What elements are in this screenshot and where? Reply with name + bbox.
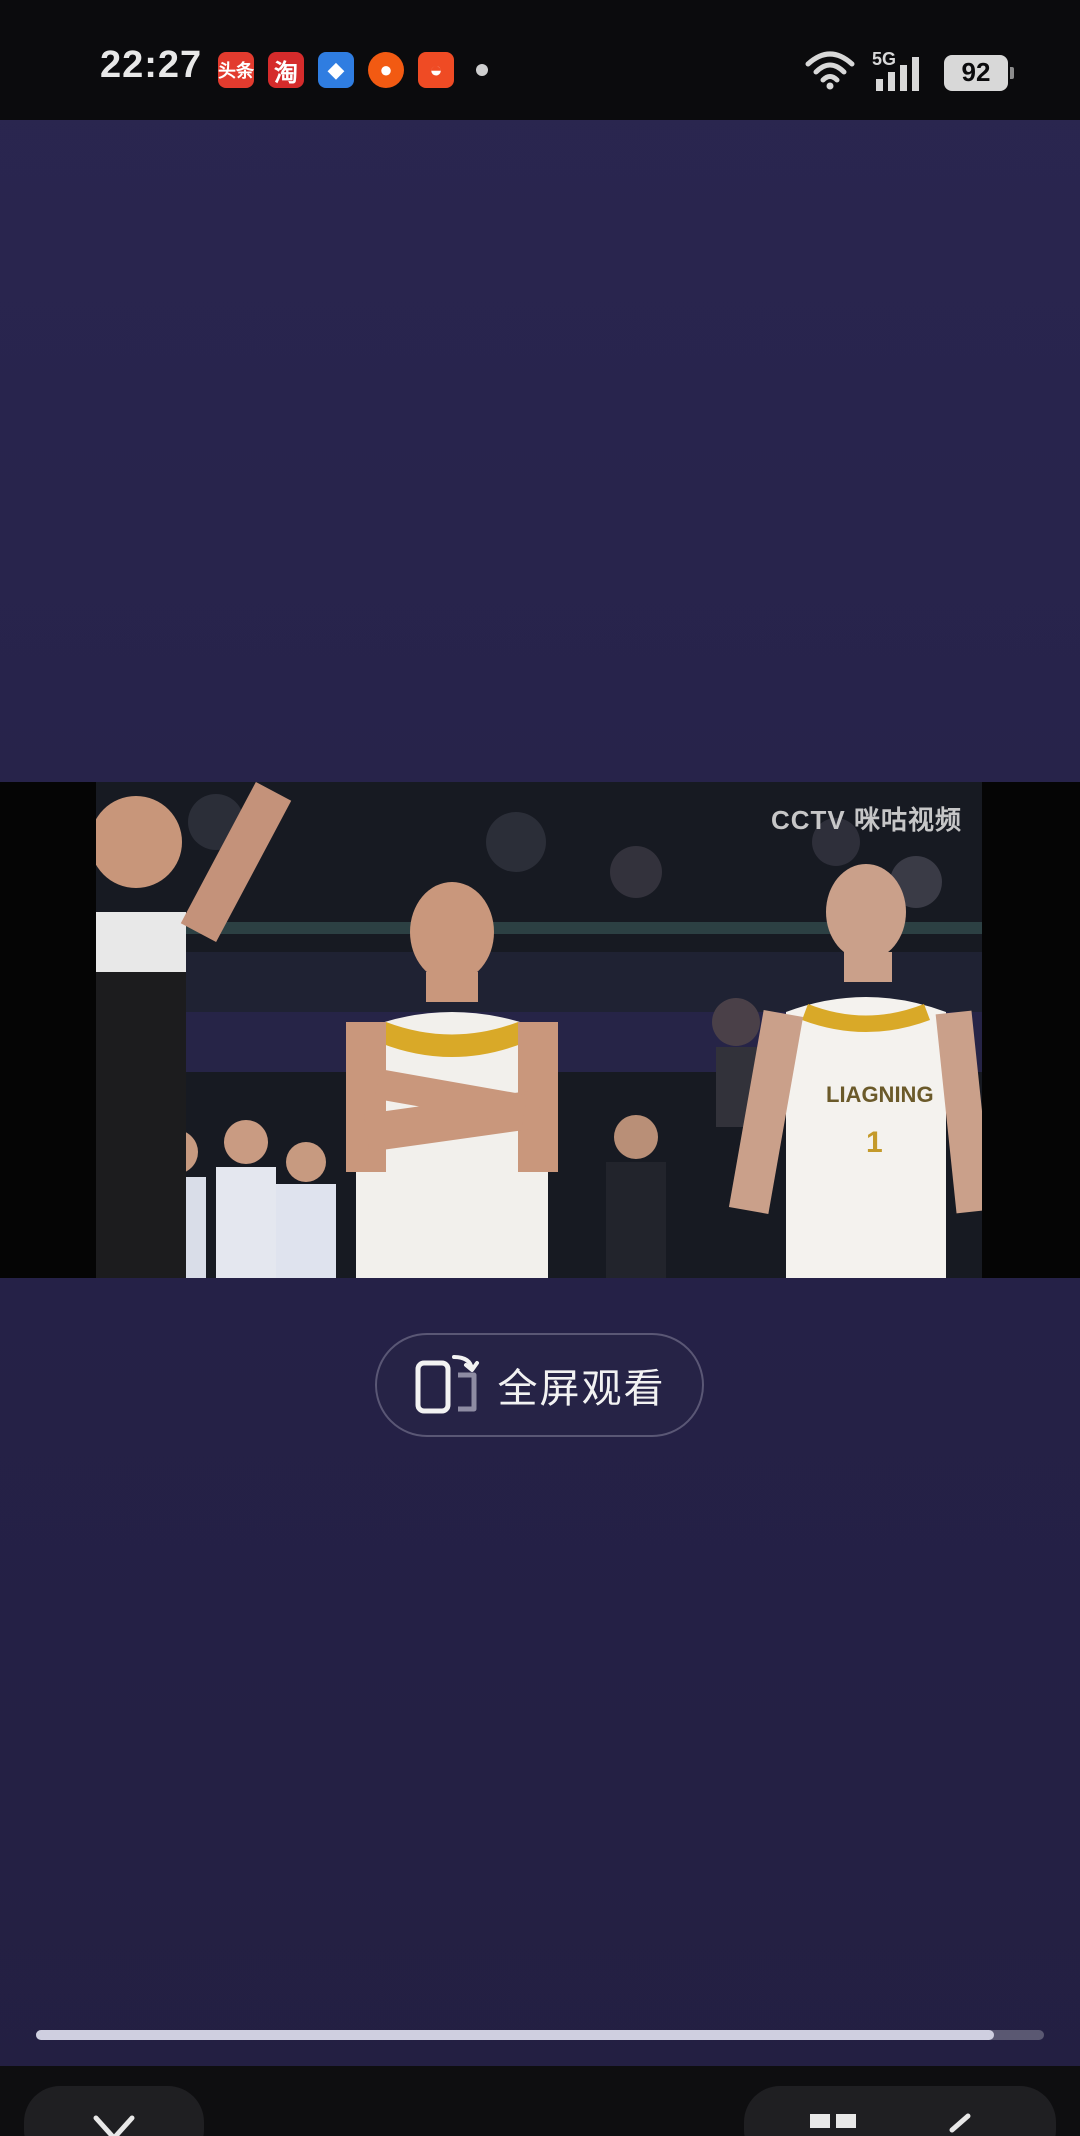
playback-progress-fill <box>36 2030 994 2040</box>
basketball-scene-image: LIAGNING 1 <box>96 782 982 1278</box>
wifi-icon <box>804 50 856 95</box>
battery-indicator: 92 <box>944 54 1014 91</box>
back-icon <box>940 2110 980 2136</box>
playback-progress-bar[interactable] <box>36 2030 1044 2040</box>
orange-app2-icon: ◒ <box>418 52 454 88</box>
more-notifications-dot <box>476 64 488 76</box>
screen: 22:27 头条 淘 ◆ ● ◒ 5G 92 LIAGNING 1 CCTV 咪… <box>0 0 1080 2136</box>
player-controls-button[interactable] <box>744 2086 1056 2136</box>
cellular-signal-icon: 5G <box>872 49 928 93</box>
broadcast-watermark: CCTV 咪咕视频 <box>770 805 962 835</box>
grid-icon <box>804 2108 864 2136</box>
notification-icons: 头条 淘 ◆ ● ◒ <box>218 52 488 88</box>
status-time: 22:27 <box>100 44 203 86</box>
video-player[interactable]: LIAGNING 1 CCTV 咪咕视频 <box>0 782 1080 1278</box>
svg-text:1: 1 <box>866 1126 883 1159</box>
rotate-screen-icon <box>414 1353 480 1417</box>
status-bar: 22:27 头条 淘 ◆ ● ◒ 5G 92 <box>0 0 1080 120</box>
toutiao-icon: 头条 <box>218 52 254 88</box>
video-frame[interactable]: LIAGNING 1 CCTV 咪咕视频 <box>96 782 982 1278</box>
taobao-icon: 淘 <box>268 52 304 88</box>
close-icon <box>86 2108 142 2136</box>
fullscreen-watch-button[interactable]: 全屏观看 <box>375 1333 704 1437</box>
system-indicators: 5G 92 <box>804 49 1014 95</box>
blue-app-icon: ◆ <box>318 52 354 88</box>
close-button[interactable] <box>24 2086 204 2136</box>
fullscreen-watch-label: 全屏观看 <box>497 1367 666 1411</box>
svg-text:LIAGNING: LIAGNING <box>826 1082 934 1107</box>
orange-app-icon: ● <box>368 52 404 88</box>
